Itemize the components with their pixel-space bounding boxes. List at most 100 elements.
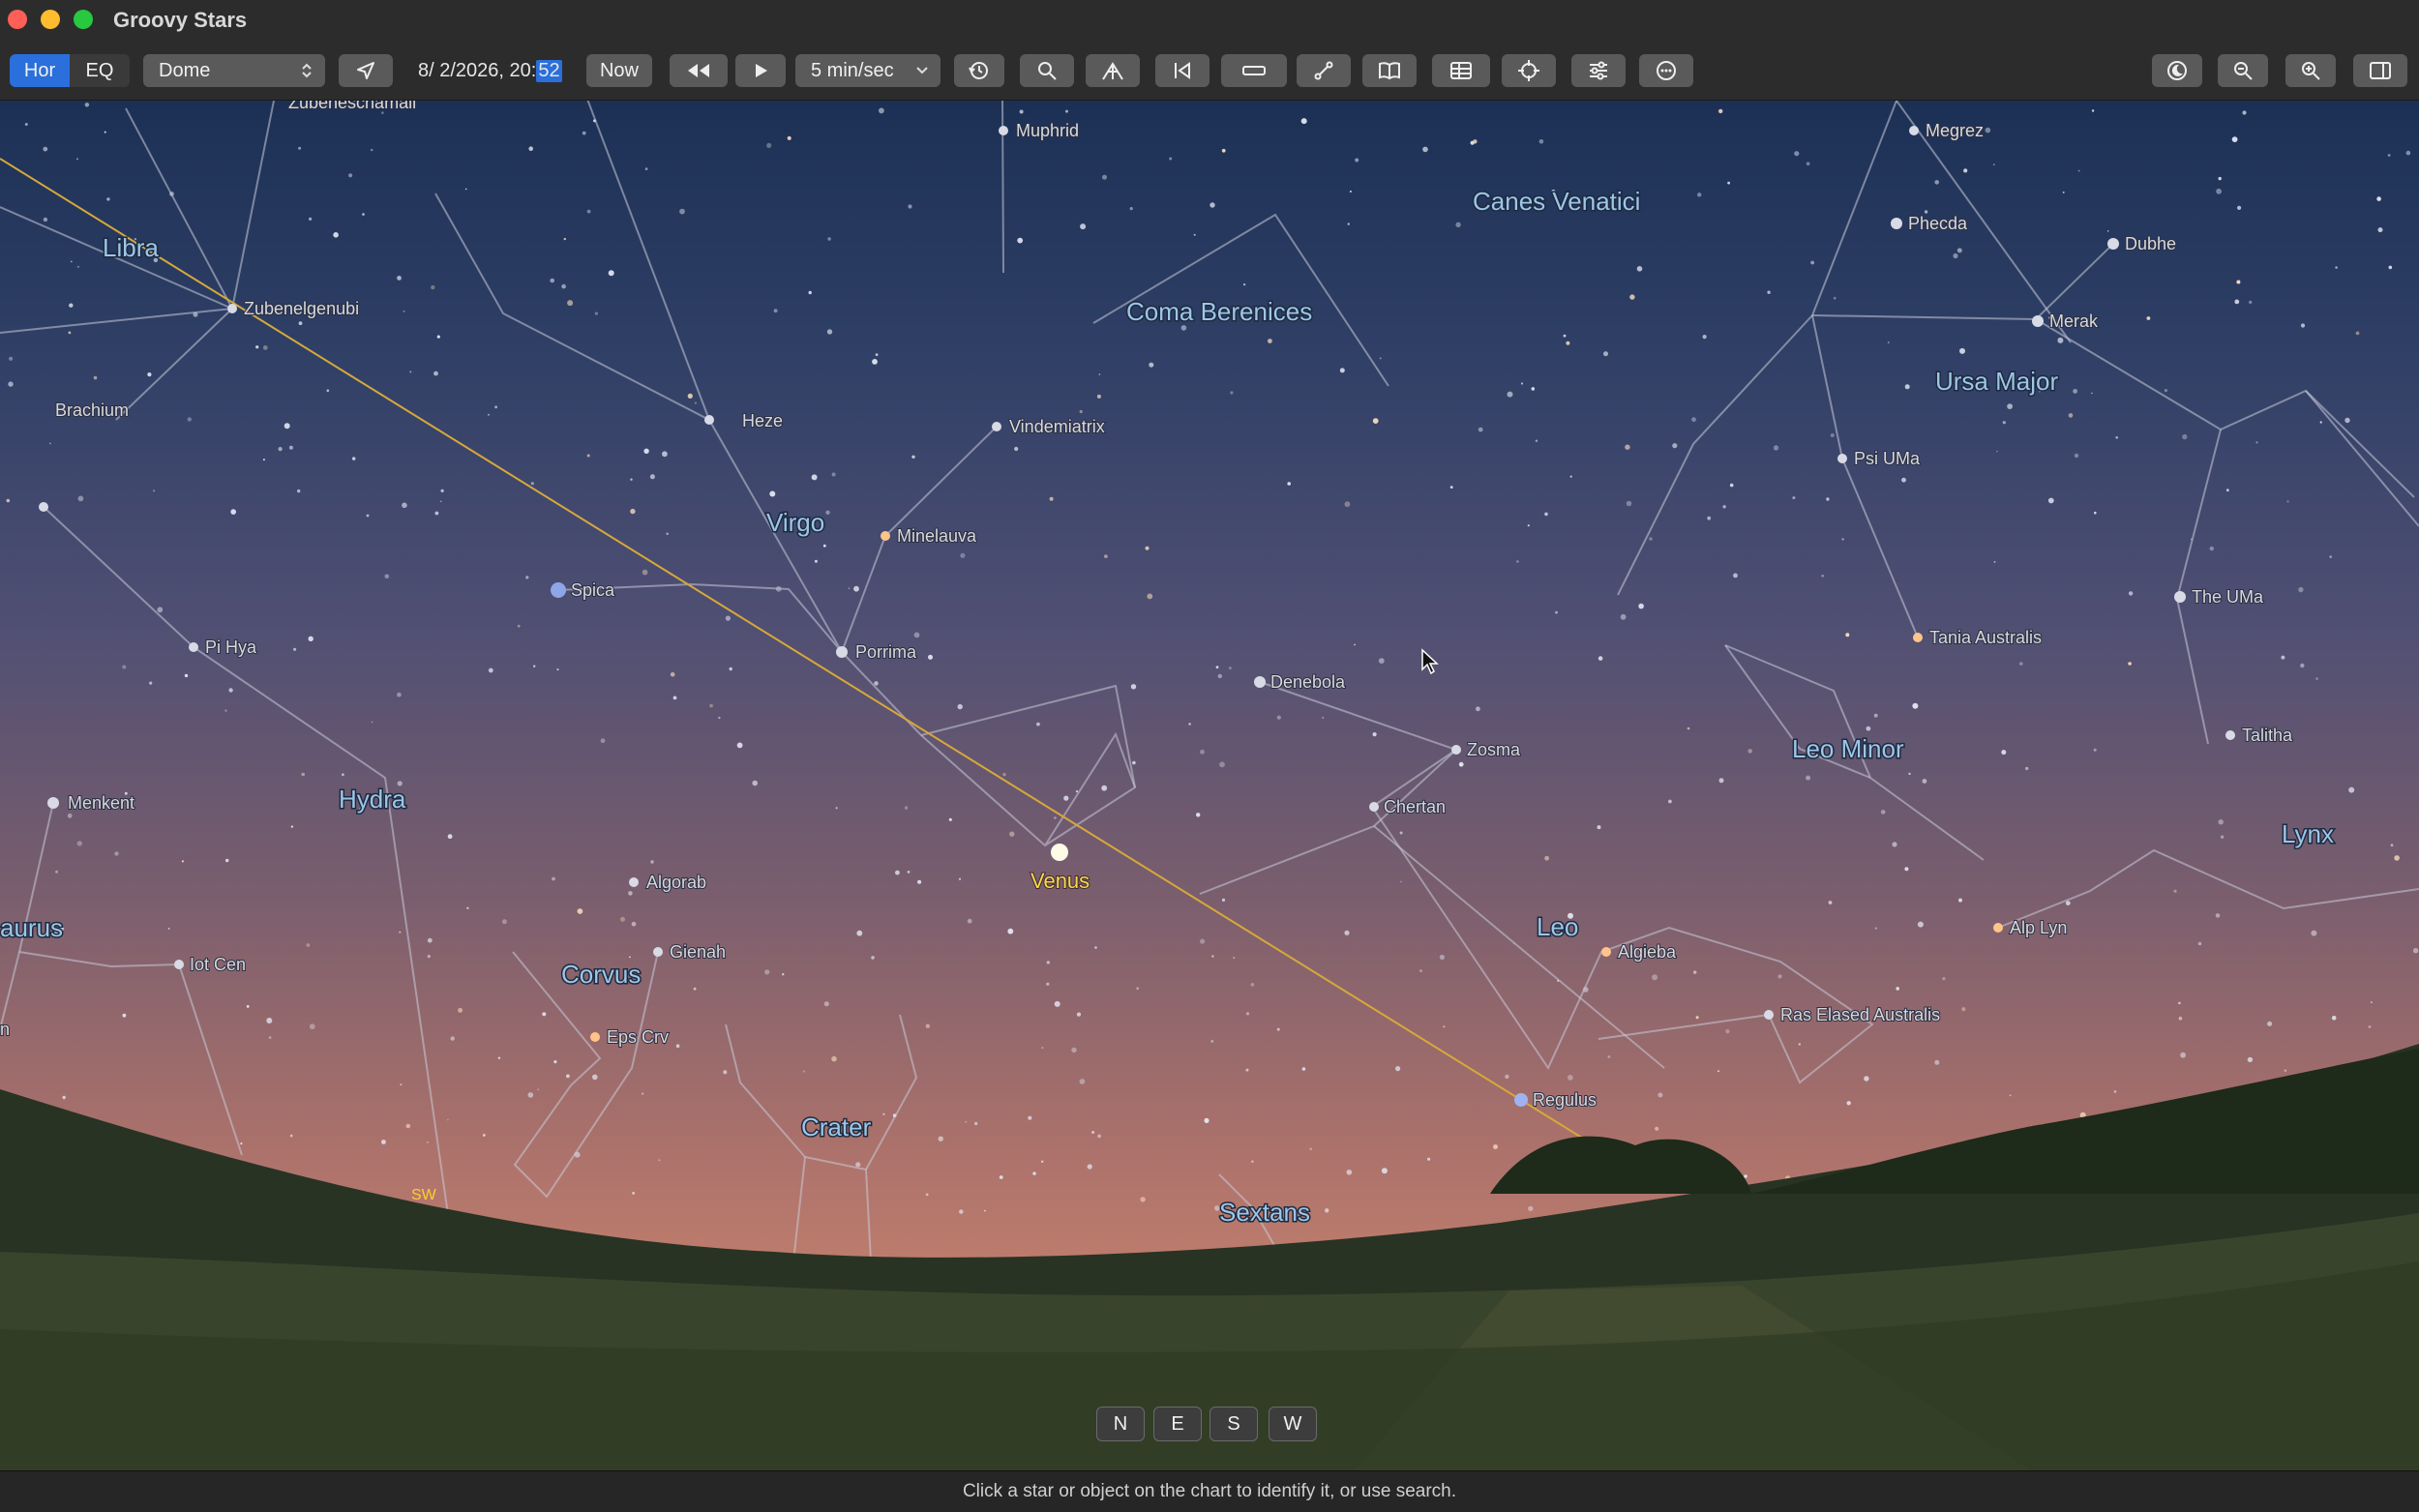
background-star: [309, 217, 313, 221]
star-label[interactable]: Psi UMa: [1853, 448, 1922, 469]
now-button[interactable]: Now: [586, 54, 652, 87]
background-star: [1563, 334, 1567, 338]
star-label[interactable]: The UMa: [2191, 586, 2265, 608]
star-label[interactable]: Dubhe: [2124, 233, 2177, 254]
background-star: [2412, 948, 2419, 954]
background-star: [2178, 1001, 2181, 1005]
crosshair-button[interactable]: [1502, 54, 1556, 87]
background-star: [553, 1060, 557, 1064]
star-label[interactable]: Zosma: [1466, 739, 1522, 760]
star-label[interactable]: Muphrid: [1015, 120, 1080, 141]
background-star: [436, 335, 440, 339]
star-label[interactable]: Brachium: [54, 400, 130, 421]
settings-button[interactable]: [1571, 54, 1626, 87]
background-star: [1439, 954, 1445, 961]
star-label[interactable]: Chertan: [1383, 796, 1447, 817]
rewind-button[interactable]: [670, 54, 728, 87]
star-label[interactable]: Phecda: [1907, 213, 1969, 234]
star-label[interactable]: Algieba: [1617, 941, 1678, 963]
close-window-button[interactable]: [8, 10, 27, 29]
star-label[interactable]: Algorab: [645, 872, 707, 893]
star-label[interactable]: Zubeneschamali: [287, 101, 417, 113]
background-star: [2284, 1069, 2287, 1072]
star-label[interactable]: Denebola: [1269, 671, 1347, 693]
background-star: [1347, 222, 1350, 225]
star-label[interactable]: Eps Crv: [606, 1026, 670, 1048]
star-label[interactable]: Minelauva: [896, 525, 978, 547]
flip-button[interactable]: [1155, 54, 1210, 87]
history-button[interactable]: [954, 54, 1004, 87]
star-label[interactable]: Regulus: [1532, 1089, 1598, 1111]
background-star: [1132, 760, 1136, 765]
eq-mode-button[interactable]: EQ: [70, 54, 130, 87]
sidebar-toggle-button[interactable]: [2353, 54, 2407, 87]
background-star: [1908, 772, 1911, 776]
compass-east-button[interactable]: E: [1153, 1407, 1202, 1441]
constellation-label: Crater: [801, 1112, 872, 1141]
background-star: [814, 559, 818, 563]
star-label[interactable]: Heze: [741, 410, 784, 431]
background-star: [153, 489, 156, 492]
background-star: [693, 987, 697, 991]
datetime-field[interactable]: 8/ 2/2026, 20: 52: [418, 54, 562, 87]
search-button[interactable]: [1020, 54, 1074, 87]
sky-chart-canvas[interactable]: Libra Virgo Coma Berenices Canes Venatic…: [0, 101, 2419, 1470]
star-label[interactable]: Tania Australis: [1928, 627, 2043, 648]
background-star: [908, 204, 912, 209]
zoom-out-button[interactable]: [2218, 54, 2268, 87]
venus-label[interactable]: Venus: [1030, 868, 1090, 894]
compass-south-button[interactable]: S: [1210, 1407, 1258, 1441]
minimize-window-button[interactable]: [41, 10, 60, 29]
background-star: [290, 825, 294, 828]
background-star: [1276, 1027, 1280, 1031]
zoom-in-button[interactable]: [2285, 54, 2336, 87]
background-star: [856, 930, 863, 936]
view-mode-select[interactable]: Dome: [143, 54, 325, 87]
background-star: [184, 673, 189, 678]
background-star: [1104, 554, 1108, 558]
venus-disc[interactable]: [1051, 844, 1068, 861]
star-label[interactable]: Talitha: [2241, 725, 2294, 746]
background-star: [527, 1092, 534, 1098]
play-button[interactable]: [735, 54, 786, 87]
star-label[interactable]: Alp Lyn: [2009, 917, 2068, 938]
background-star: [2019, 662, 2023, 666]
location-button[interactable]: [339, 54, 393, 87]
background-star: [362, 213, 365, 216]
star-label[interactable]: Iot Cen: [189, 954, 247, 975]
compass-west-button[interactable]: W: [1269, 1407, 1317, 1441]
chevron-down-icon: [916, 67, 928, 74]
background-star: [2281, 655, 2285, 660]
star-label[interactable]: Pi Hya: [204, 637, 258, 658]
background-star: [2002, 421, 2006, 425]
star-label[interactable]: Megrez: [1925, 120, 1985, 141]
background-star: [2331, 1016, 2337, 1021]
background-star: [907, 871, 911, 874]
star-label[interactable]: Menkent: [67, 792, 135, 814]
datetime-minutes-selected[interactable]: 52: [536, 59, 562, 82]
telescope-button[interactable]: [1086, 54, 1140, 87]
table-button[interactable]: [1432, 54, 1490, 87]
star-label[interactable]: Vindemiatrix: [1008, 416, 1106, 437]
background-star: [1422, 146, 1428, 153]
speed-select[interactable]: 5 min/sec: [795, 54, 941, 87]
background-star: [24, 123, 28, 126]
more-button[interactable]: [1639, 54, 1693, 87]
star-label[interactable]: Porrima: [854, 641, 918, 663]
star-label[interactable]: Gienah: [669, 941, 727, 963]
star-label[interactable]: Ras Elased Australis: [1779, 1004, 1941, 1025]
star-label[interactable]: Merak: [2048, 311, 2100, 332]
hor-mode-button[interactable]: Hor: [10, 54, 70, 87]
path-button[interactable]: [1297, 54, 1351, 87]
compass-north-button[interactable]: N: [1096, 1407, 1145, 1441]
background-star: [855, 1162, 861, 1168]
zoom-window-button[interactable]: [74, 10, 93, 29]
background-star: [1017, 237, 1024, 244]
sky-chart[interactable]: Libra Virgo Coma Berenices Canes Venatic…: [0, 101, 2419, 1470]
book-button[interactable]: [1362, 54, 1417, 87]
star-label[interactable]: Zubenelgenubi: [243, 298, 360, 319]
background-star: [630, 508, 636, 515]
ruler-button[interactable]: [1221, 54, 1287, 87]
star-label[interactable]: Spica: [570, 579, 616, 601]
night-mode-button[interactable]: [2152, 54, 2202, 87]
